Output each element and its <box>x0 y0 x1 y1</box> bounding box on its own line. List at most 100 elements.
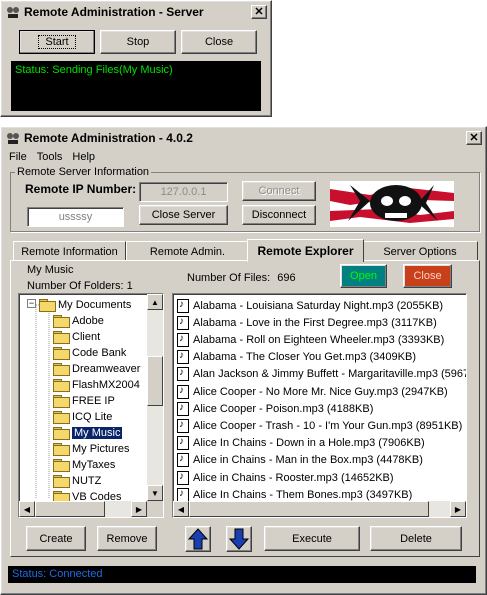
folder-icon <box>53 315 70 328</box>
ip-label: Remote IP Number: <box>25 182 137 196</box>
tab-remote-explorer[interactable]: Remote Explorer <box>247 239 364 262</box>
scroll-up-icon[interactable]: ▲ <box>147 294 163 310</box>
main-status-text: Status: Connected <box>12 568 103 580</box>
tree-folder-label: FREE IP <box>72 395 115 407</box>
tree-folder-item[interactable]: FREE IP <box>53 393 115 409</box>
file-list-item[interactable]: Alabama - Louisiana Saturday Night.mp3 (… <box>177 297 443 314</box>
file-list-item[interactable]: Alabama - Roll on Eighteen Wheeler.mp3 (… <box>177 331 444 348</box>
tree-vertical-scrollbar[interactable]: ▲ ▼ <box>147 294 163 501</box>
file-list-item[interactable]: Alice Cooper - Poison.mp3 (4188KB) <box>177 400 373 417</box>
tab-server-options[interactable]: Server Options <box>362 241 478 261</box>
scroll-left-icon[interactable]: ◀ <box>19 501 35 517</box>
stop-button[interactable]: Stop <box>100 30 176 54</box>
close-server-button[interactable]: Close Server <box>139 205 228 225</box>
start-button[interactable]: Start <box>19 30 95 54</box>
folder-icon <box>39 299 56 312</box>
tree-collapse-toggle[interactable]: − <box>27 299 36 308</box>
download-button[interactable] <box>226 526 252 552</box>
connect-button[interactable]: Connect <box>242 181 316 201</box>
tree-folder-item[interactable]: FlashMX2004 <box>53 377 140 393</box>
tree-folder-item[interactable]: My Pictures <box>53 441 129 457</box>
folder-tree[interactable]: − My Documents Adobe Client Code Bank Dreamw… <box>18 293 164 518</box>
open-button[interactable]: Open <box>340 264 387 288</box>
tree-folder-item[interactable]: NUTZ <box>53 473 101 489</box>
disconnect-button[interactable]: Disconnect <box>242 205 316 225</box>
menu-tools[interactable]: Tools <box>32 151 68 163</box>
server-status-box: Status: Sending Files(My Music) <box>11 61 261 111</box>
file-name: Alice In Chains - Down in a Hole.mp3 (79… <box>193 437 425 450</box>
password-input[interactable]: ussssy <box>27 207 124 227</box>
tree-folder-item[interactable]: Code Bank <box>53 345 126 361</box>
menu-help[interactable]: Help <box>67 151 100 163</box>
scroll-down-icon[interactable]: ▼ <box>147 485 163 501</box>
ip-input[interactable]: 127.0.0.1 <box>139 182 228 202</box>
folder-icon <box>53 363 70 376</box>
file-list-item[interactable]: Alice Cooper - No More Mr. Nice Guy.mp3 … <box>177 383 448 400</box>
tree-hscroll-thumb[interactable] <box>35 501 105 517</box>
file-name: Alabama - Love in the First Degree.mp3 (… <box>193 316 437 329</box>
menu-file[interactable]: File <box>4 151 32 163</box>
server-status-text: Status: Sending Files(My Music) <box>15 64 173 76</box>
file-list-item[interactable]: Alice Cooper - Trash - 10 - I'm Your Gun… <box>177 417 462 434</box>
music-file-icon <box>177 418 189 433</box>
tree-folder-item[interactable]: Dreamweaver <box>53 361 140 377</box>
tree-folder-label: Dreamweaver <box>72 363 141 375</box>
main-titlebar[interactable]: Remote Administration - 4.0.2 ✕ <box>3 129 484 147</box>
server-titlebar[interactable]: Remote Administration - Server ✕ <box>3 3 269 21</box>
server-window-title: Remote Administration - Server <box>24 5 204 19</box>
file-list[interactable]: Alabama - Louisiana Saturday Night.mp3 (… <box>172 293 467 518</box>
tree-horizontal-scrollbar[interactable]: ◀ ▶ <box>19 501 147 517</box>
file-list-item[interactable]: Alice in Chains - Man in the Box.mp3 (44… <box>177 452 423 469</box>
scroll-right-icon[interactable]: ▶ <box>131 501 147 517</box>
tree-folder-label: Code Bank <box>72 347 127 359</box>
music-file-icon <box>177 298 189 313</box>
music-file-icon <box>177 384 189 399</box>
files-horizontal-scrollbar[interactable]: ◀ ▶ <box>173 501 466 517</box>
tree-folder-item[interactable]: Client <box>53 329 100 345</box>
file-list-item[interactable]: Alabama - The Closer You Get.mp3 (3409KB… <box>177 349 416 366</box>
delete-button[interactable]: Delete <box>370 526 462 551</box>
folder-icon <box>53 475 70 488</box>
tree-folder-item[interactable]: Adobe <box>53 313 104 329</box>
file-name: Alice Cooper - No More Mr. Nice Guy.mp3 … <box>193 385 448 398</box>
folder-icon <box>53 443 70 456</box>
scroll-right-icon[interactable]: ▶ <box>450 501 466 517</box>
explorer-close-button[interactable]: Close <box>403 264 452 288</box>
close-icon[interactable]: ✕ <box>466 131 482 145</box>
close-icon[interactable]: ✕ <box>251 5 267 19</box>
upload-button[interactable] <box>185 526 211 552</box>
download-arrow-icon <box>229 528 249 550</box>
folder-icon <box>53 379 70 392</box>
file-list-item[interactable]: Alice In Chains - Down in a Hole.mp3 (79… <box>177 435 425 452</box>
tree-folder-item[interactable]: ICQ Lite <box>53 409 112 425</box>
server-close-button[interactable]: Close <box>181 30 257 54</box>
file-name: Alice Cooper - Poison.mp3 (4188KB) <box>193 402 374 415</box>
tree-folder-label: NUTZ <box>72 475 102 487</box>
tab-remote-information[interactable]: Remote Information <box>13 241 126 261</box>
folders-count-label: Number Of Folders: 1 <box>27 280 133 292</box>
tree-folder-item[interactable]: My Music <box>53 425 123 441</box>
folder-icon <box>53 331 70 344</box>
current-folder-label: My Music <box>27 264 74 276</box>
file-list-item[interactable]: Alabama - Love in the First Degree.mp3 (… <box>177 314 437 331</box>
file-name: Alice in Chains - Man in the Box.mp3 (44… <box>193 454 423 467</box>
folder-icon <box>53 459 70 472</box>
create-button[interactable]: Create <box>26 526 86 551</box>
execute-button[interactable]: Execute <box>264 526 360 551</box>
tree-folder-label: FlashMX2004 <box>72 379 140 391</box>
folder-icon <box>53 347 70 360</box>
main-status-bar: Status: Connected <box>8 566 476 583</box>
file-name: Alice Cooper - Trash - 10 - I'm Your Gun… <box>193 419 463 432</box>
folder-icon <box>53 427 70 440</box>
tree-folder-item[interactable]: My Documents <box>39 297 131 313</box>
file-list-item[interactable]: Alan Jackson & Jimmy Buffett - Margarita… <box>177 366 466 383</box>
tab-remote-admin[interactable]: Remote Admin. <box>126 241 249 261</box>
tree-folder-item[interactable]: MyTaxes <box>53 457 115 473</box>
files-hscroll-thumb[interactable] <box>189 501 429 517</box>
file-list-item[interactable]: Alice in Chains - Rooster.mp3 (14652KB) <box>177 469 394 486</box>
tree-scroll-thumb[interactable] <box>147 356 163 406</box>
scroll-left-icon[interactable]: ◀ <box>173 501 189 517</box>
tree-folder-label: Adobe <box>72 315 104 327</box>
files-count-label: Number Of Files: 696 <box>187 272 296 284</box>
remove-button[interactable]: Remove <box>97 526 157 551</box>
